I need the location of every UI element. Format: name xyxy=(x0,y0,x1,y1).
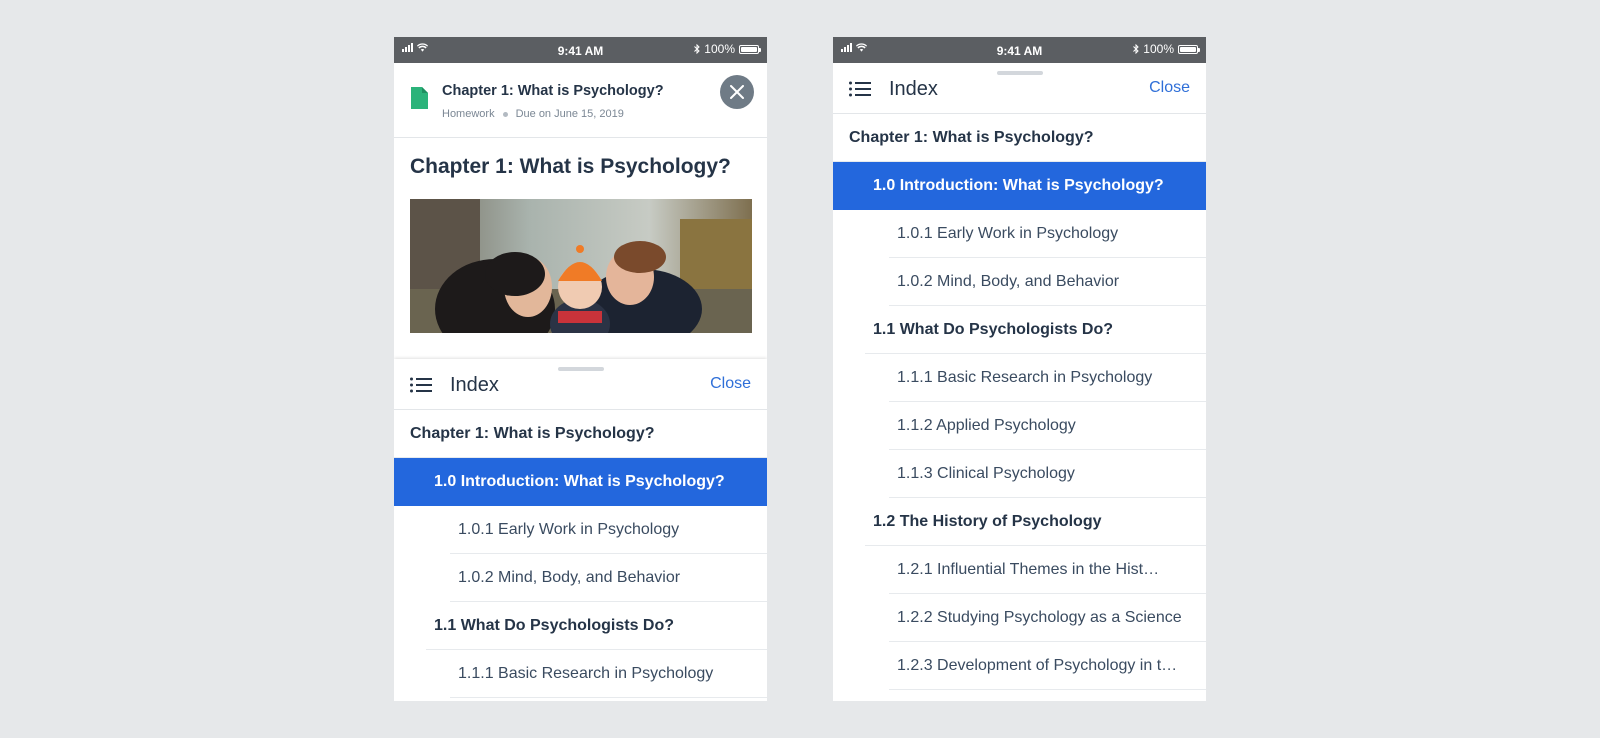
toc-item-label: 1.1.1 Basic Research in Psychology xyxy=(458,665,714,682)
assignment-header: Chapter 1: What is Psychology? Homework … xyxy=(394,63,767,138)
battery-icon xyxy=(1178,44,1200,54)
assignment-meta: Homework Due on June 15, 2019 xyxy=(442,108,624,120)
index-panel: Index Close Chapter 1: What is Psycholog… xyxy=(833,63,1206,701)
toc-item-label: 1.2 The History of Psychology xyxy=(873,513,1102,530)
family-photo xyxy=(410,199,752,333)
toc-item-label: 1.0.2 Mind, Body, and Behavior xyxy=(897,273,1120,290)
separator-dot xyxy=(502,111,508,117)
document-icon xyxy=(411,87,428,109)
toc-chapter-item[interactable]: Chapter 1: What is Psychology? xyxy=(833,114,1206,162)
toc-subsection-item[interactable]: 1.1.1 Basic Research in Psychology xyxy=(394,650,767,698)
toc-item-label: 1.0 Introduction: What is Psychology? xyxy=(434,473,725,490)
assignment-due-date: Due on June 15, 2019 xyxy=(515,108,624,120)
toc-subsection-item[interactable]: 1.1.3 Clinical Psychology xyxy=(833,450,1206,498)
toc-item-label: 1.0.1 Early Work in Psychology xyxy=(897,225,1119,242)
battery-percent: 100% xyxy=(1143,42,1174,56)
assignment-sheet: Chapter 1: What is Psychology? Homework … xyxy=(394,63,767,701)
toc-list: Chapter 1: What is Psychology? 1.0 Introd… xyxy=(394,410,767,701)
bluetooth-icon xyxy=(1133,44,1140,54)
index-sheet: Index Close Chapter 1: What is Psycholog… xyxy=(833,63,1206,701)
index-title: Index xyxy=(889,78,938,100)
toc-subsection-item[interactable]: 1.0.1 Early Work in Psychology xyxy=(394,506,767,554)
battery-icon xyxy=(739,44,761,54)
toc-item-label: Chapter 1: What is Psychology? xyxy=(410,425,655,442)
toc-subsection-item[interactable]: 1.1.2 Applied Psychology xyxy=(394,698,767,701)
toc-subsection-item[interactable]: 1.2.1 Influential Themes in the Hist… xyxy=(833,546,1206,594)
phone-index-expanded: 9:41 AM 100% Index Close Chapter 1: What… xyxy=(833,37,1206,701)
toc-item-label: 1.0.2 Mind, Body, and Behavior xyxy=(458,569,681,586)
close-assignment-button[interactable] xyxy=(720,75,754,109)
toc-subsection-item[interactable]: 1.0.1 Early Work in Psychology xyxy=(833,210,1206,258)
index-panel: Index Close Chapter 1: What is Psycholog… xyxy=(394,359,767,701)
content-heading: Chapter 1: What is Psychology? xyxy=(410,155,731,178)
toc-item-label: Chapter 1: What is Psychology? xyxy=(849,129,1094,146)
toc-item-label: 1.1 What Do Psychologists Do? xyxy=(873,321,1114,338)
toc-chapter-item[interactable]: Chapter 1: What is Psychology? xyxy=(394,410,767,458)
toc-subsection-item[interactable]: 1.1.1 Basic Research in Psychology xyxy=(833,354,1206,402)
toc-subsection-item[interactable]: 1.0.2 Mind, Body, and Behavior xyxy=(394,554,767,602)
toc-item-label: 1.1.2 Applied Psychology xyxy=(897,417,1076,434)
phone-reading-view: 9:41 AM 100% Chapter 1: What is Psycholo… xyxy=(394,37,767,701)
list-icon xyxy=(410,377,432,393)
toc-subsection-item[interactable]: 1.1.2 Applied Psychology xyxy=(833,402,1206,450)
bluetooth-icon xyxy=(694,44,701,54)
status-bar: 9:41 AM 100% xyxy=(833,37,1206,63)
toc-item-label: 1.0 Introduction: What is Psychology? xyxy=(873,177,1164,194)
family-photo-image xyxy=(410,199,752,333)
status-bar: 9:41 AM 100% xyxy=(394,37,767,63)
toc-section-item[interactable]: 1.2 The History of Psychology xyxy=(833,498,1206,546)
toc-item-label: 1.2.3 Development of Psychology in t… xyxy=(897,657,1178,674)
toc-item-label: 1.2.2 Studying Psychology as a Science xyxy=(897,609,1182,626)
toc-item-label: 1.1.3 Clinical Psychology xyxy=(897,465,1075,482)
assignment-title: Chapter 1: What is Psychology? xyxy=(442,83,664,99)
index-header: Index Close xyxy=(833,63,1206,114)
toc-list: Chapter 1: What is Psychology? 1.0 Introd… xyxy=(833,114,1206,701)
toc-subsection-item[interactable]: 1.2.3 Development of Psychology in t… xyxy=(833,642,1206,690)
battery-percent: 100% xyxy=(704,42,735,56)
toc-section-item[interactable]: 1.1 What Do Psychologists Do? xyxy=(833,306,1206,354)
toc-subsection-item[interactable]: 1.2.2 Studying Psychology as a Science xyxy=(833,594,1206,642)
battery-group: 100% xyxy=(1133,42,1200,56)
toc-subsection-item[interactable]: 1.0.2 Mind, Body, and Behavior xyxy=(833,258,1206,306)
close-icon xyxy=(730,85,744,99)
close-index-button[interactable]: Close xyxy=(710,375,751,393)
list-icon xyxy=(849,81,871,97)
toc-item-label: 1.2.1 Influential Themes in the Hist… xyxy=(897,561,1160,578)
toc-section-item[interactable]: 1.0 Introduction: What is Psychology? xyxy=(833,162,1206,210)
toc-item-label: 1.1 What Do Psychologists Do? xyxy=(434,617,675,634)
toc-section-item[interactable]: 1.1 What Do Psychologists Do? xyxy=(394,602,767,650)
toc-item-label: 1.1.1 Basic Research in Psychology xyxy=(897,369,1153,386)
battery-group: 100% xyxy=(694,42,761,56)
index-header: Index Close xyxy=(394,359,767,410)
toc-item-label: 1.0.1 Early Work in Psychology xyxy=(458,521,680,538)
toc-section-item[interactable]: 1.0 Introduction: What is Psychology? xyxy=(394,458,767,506)
close-index-button[interactable]: Close xyxy=(1149,79,1190,97)
index-title: Index xyxy=(450,374,499,396)
assignment-type: Homework xyxy=(442,108,495,120)
toc-item-label: 1.1.2 Applied Psychology xyxy=(458,698,751,701)
